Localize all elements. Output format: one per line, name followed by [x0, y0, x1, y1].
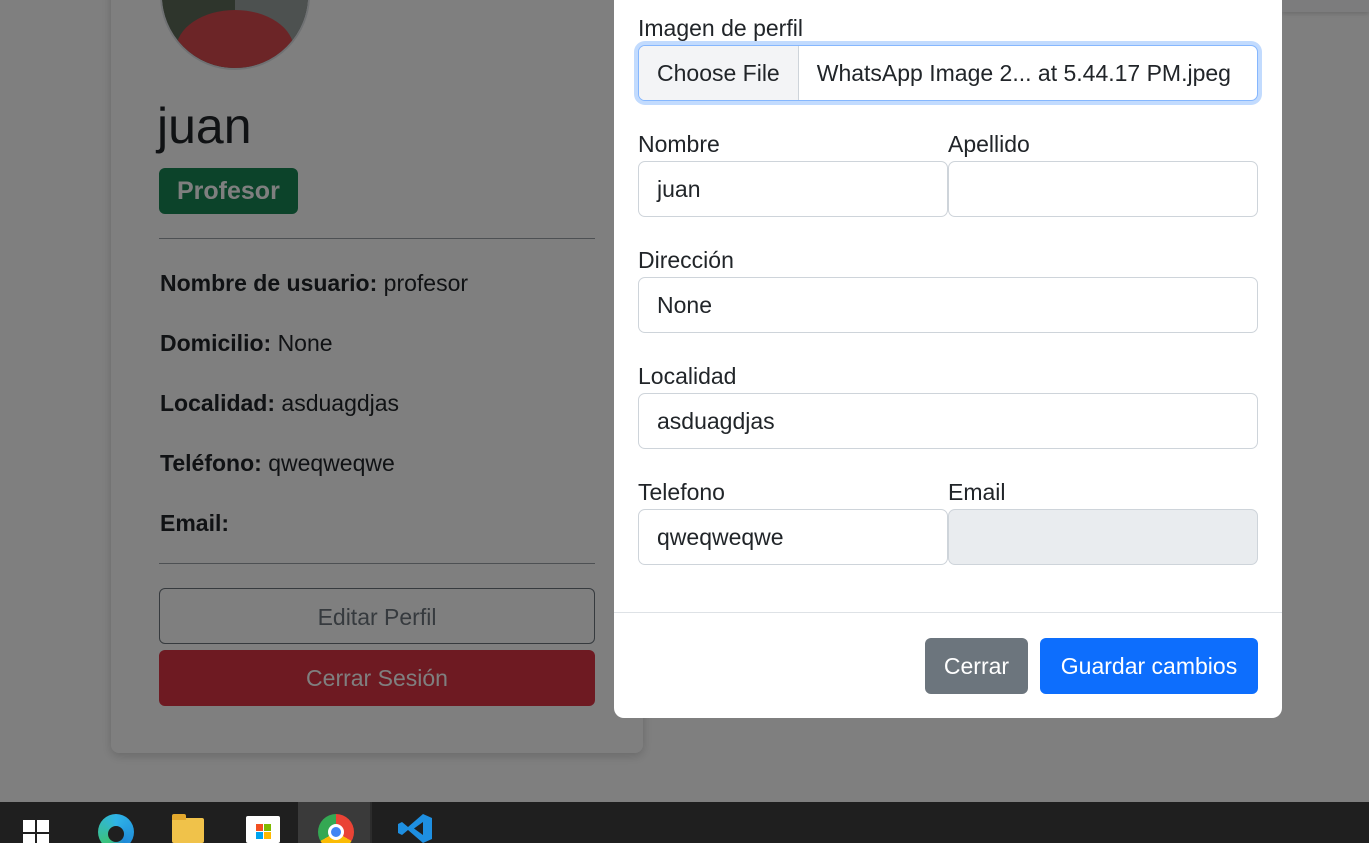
last-name-input[interactable] — [948, 161, 1258, 217]
file-explorer-icon — [172, 814, 204, 843]
taskbar-edge[interactable] — [76, 802, 148, 843]
taskbar-store[interactable] — [224, 802, 296, 843]
edge-icon — [98, 814, 134, 843]
taskbar-separator — [370, 802, 372, 843]
first-name-label: Nombre — [638, 131, 720, 157]
email-input — [948, 509, 1258, 565]
selected-file-name: WhatsApp Image 2... at 5.44.17 PM.jpeg — [816, 60, 1231, 86]
address-label: Dirección — [638, 247, 734, 273]
phone-input[interactable]: qweqweqwe — [638, 509, 948, 565]
profile-image-file-input[interactable]: Choose File WhatsApp Image 2... at 5.44.… — [638, 45, 1258, 101]
windows-start-icon — [23, 820, 49, 843]
email-label: Email — [948, 479, 1006, 505]
taskbar-file-explorer[interactable] — [150, 802, 222, 843]
locality-input[interactable]: asduagdjas — [638, 393, 1258, 449]
close-button[interactable]: Cerrar — [925, 638, 1028, 694]
taskbar-chrome[interactable] — [298, 802, 370, 843]
choose-file-button[interactable]: Choose File — [639, 46, 799, 100]
windows-taskbar — [0, 802, 1369, 843]
last-name-label: Apellido — [948, 131, 1030, 157]
vscode-icon — [398, 814, 432, 843]
modal-footer-divider — [614, 612, 1282, 613]
save-changes-button[interactable]: Guardar cambios — [1040, 638, 1258, 694]
locality-label: Localidad — [638, 363, 737, 389]
chrome-icon — [318, 814, 354, 843]
taskbar-vscode[interactable] — [374, 802, 446, 843]
microsoft-store-icon — [246, 816, 280, 843]
address-input[interactable]: None — [638, 277, 1258, 333]
profile-image-label: Imagen de perfil — [638, 15, 803, 41]
first-name-input[interactable]: juan — [638, 161, 948, 217]
start-button[interactable] — [0, 802, 72, 843]
phone-label: Telefono — [638, 479, 725, 505]
edit-profile-modal: Imagen de perfil Choose File WhatsApp Im… — [614, 0, 1282, 718]
